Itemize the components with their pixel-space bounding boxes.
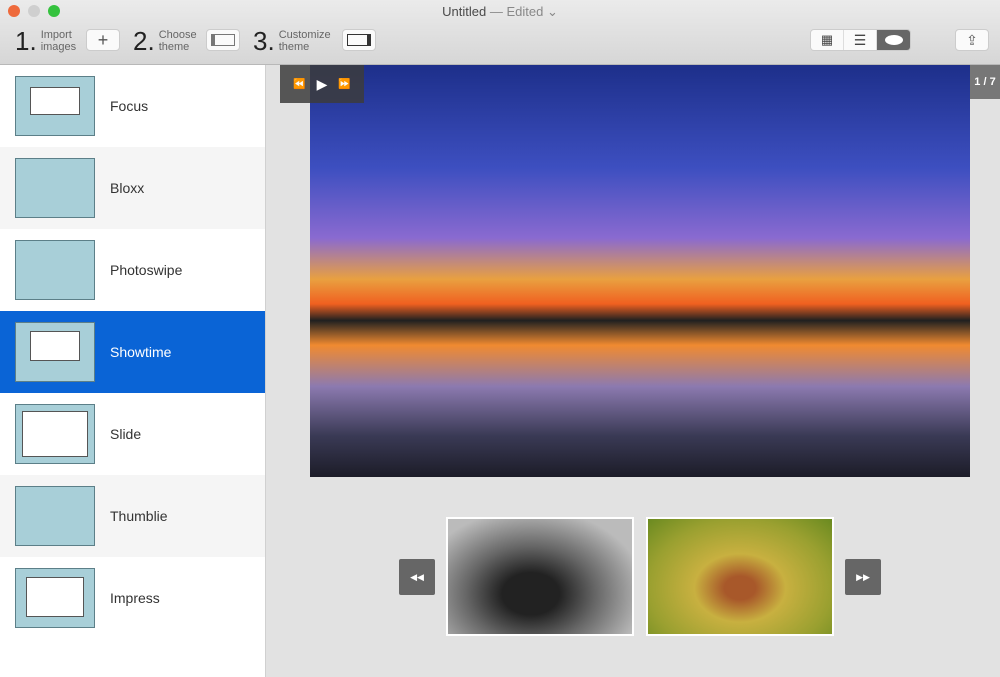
grid-view-button[interactable]: ▦: [811, 30, 844, 50]
add-images-button[interactable]: +: [86, 29, 120, 51]
theme-item-bloxx[interactable]: Bloxx: [0, 147, 265, 229]
grid-icon: ▦: [820, 32, 834, 47]
list-view-button[interactable]: ☰: [844, 30, 877, 50]
theme-item-showtime[interactable]: Showtime: [0, 311, 265, 393]
theme-item-photoswipe[interactable]: Photoswipe: [0, 229, 265, 311]
customize-theme-button[interactable]: [342, 29, 376, 51]
rewind-button[interactable]: ⏪: [293, 79, 305, 90]
thumbnail-wolf[interactable]: [446, 517, 634, 636]
window-title: Untitled — Edited ⌄: [442, 4, 558, 19]
slideshow-controls: ⏪ ▶ ⏩: [280, 65, 364, 103]
photoswipe-theme-icon: [15, 240, 95, 300]
bloxx-theme-icon: [15, 158, 95, 218]
play-button[interactable]: ▶: [317, 76, 328, 93]
main-slide-image: [310, 65, 970, 477]
eye-icon: [884, 35, 903, 45]
step-customize: 3. Customize theme: [253, 26, 331, 56]
prev-thumbnails-button[interactable]: ◀◀: [399, 559, 435, 595]
next-thumbnails-button[interactable]: ▶▶: [845, 559, 881, 595]
list-icon: ☰: [853, 31, 867, 48]
step-choose: 2. Choose theme: [133, 26, 197, 56]
preview-button[interactable]: [877, 30, 910, 50]
theme-item-slide[interactable]: Slide: [0, 393, 265, 475]
theme-item-focus[interactable]: Focus: [0, 65, 265, 147]
forward-button[interactable]: ⏩: [338, 79, 350, 90]
theme-item-impress[interactable]: Impress: [0, 557, 265, 639]
step-import: 1. Import images: [15, 26, 77, 56]
sidebar-layout-icon: [211, 34, 235, 46]
view-switcher: ▦ ☰: [810, 29, 911, 51]
inspector-layout-icon: [347, 34, 371, 46]
theme-item-thumblie[interactable]: Thumblie: [0, 475, 265, 557]
share-icon: ⇪: [966, 31, 978, 48]
impress-theme-icon: [15, 568, 95, 628]
preview-area: ⏪ ▶ ⏩ 1 / 7 ◀◀ ▶▶: [266, 65, 1000, 677]
toolbar: Untitled — Edited ⌄ 1. Import images + 2. C…: [0, 0, 1000, 65]
thumblie-theme-icon: [15, 486, 95, 546]
thumbnail-squirrel[interactable]: [646, 517, 834, 636]
slide-theme-icon: [15, 404, 95, 464]
showtime-theme-icon: [15, 322, 95, 382]
theme-list: Focus Bloxx Photoswipe Showtime Slide Th…: [0, 65, 266, 677]
slide-counter: 1 / 7: [970, 65, 1000, 99]
choose-theme-button[interactable]: [206, 29, 240, 51]
share-button[interactable]: ⇪: [955, 29, 989, 51]
focus-theme-icon: [15, 76, 95, 136]
